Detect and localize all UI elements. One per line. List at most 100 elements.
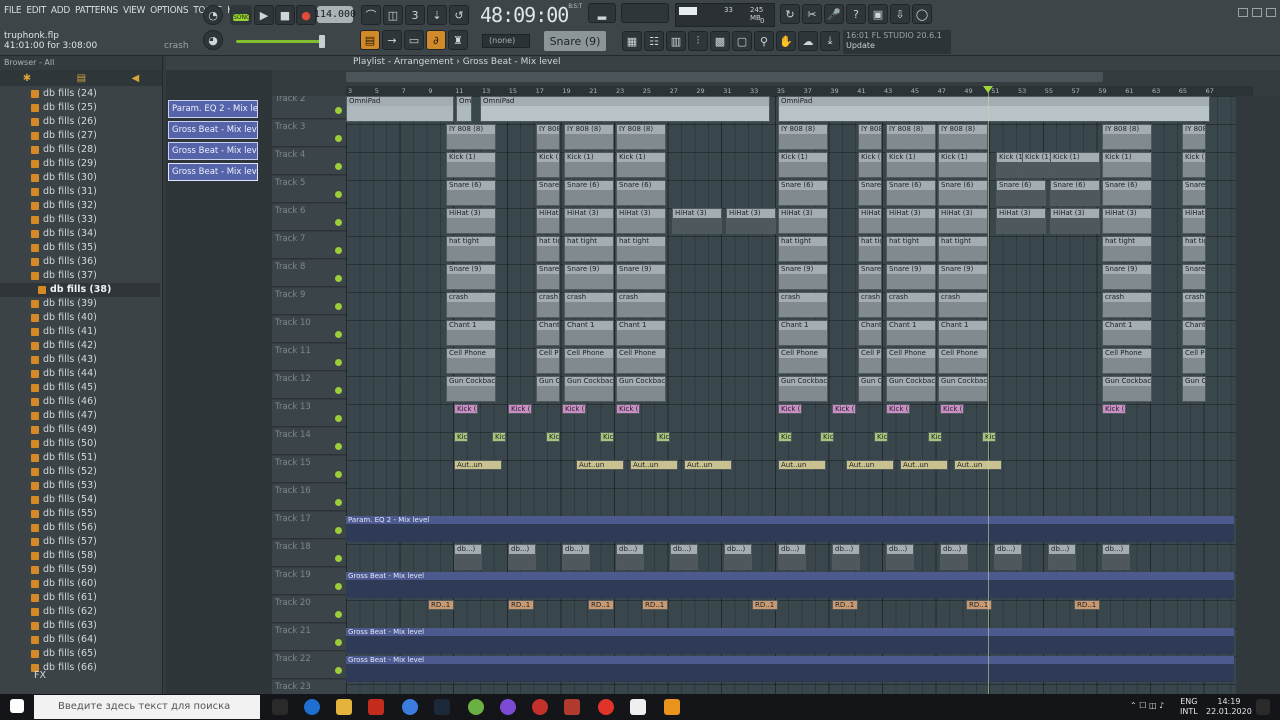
pattern-clip[interactable]: Kick (1) xyxy=(938,152,988,178)
track-enable-led[interactable] xyxy=(335,219,342,226)
folder-icon[interactable]: ▤ xyxy=(77,73,86,84)
sort-icon[interactable]: ✱ xyxy=(23,73,31,84)
pattern-clip[interactable]: db...) xyxy=(778,544,806,570)
pattern-clip[interactable]: Kick (1) xyxy=(564,152,614,178)
pattern-clip[interactable]: Snare (9) xyxy=(858,264,882,290)
browser-item[interactable]: db fills (44) xyxy=(0,367,160,381)
pattern-clip[interactable]: Gun Cockback xyxy=(1102,376,1152,402)
browser-item[interactable]: db fills (28) xyxy=(0,143,160,157)
playlist-scrollbar[interactable] xyxy=(346,72,1103,82)
track-header[interactable]: Track 11 xyxy=(272,344,346,371)
touch-controller-icon[interactable]: ✋ xyxy=(776,31,796,51)
pattern-clip[interactable]: Aut..un xyxy=(846,460,894,470)
plugin-icon[interactable]: ⚲ xyxy=(754,31,774,51)
output-monitor[interactable]: ▂ xyxy=(588,3,616,23)
menu-add[interactable]: ADD xyxy=(51,5,70,16)
pattern-clip[interactable]: Kick (1) xyxy=(454,404,478,414)
browser-item[interactable]: db fills (58) xyxy=(0,549,160,563)
edge-icon[interactable] xyxy=(304,699,320,715)
browser-item[interactable]: db fills (60) xyxy=(0,577,160,591)
track-enable-led[interactable] xyxy=(335,135,342,142)
pattern-clip[interactable]: Chant 1 xyxy=(778,320,828,346)
pattern-clip[interactable]: Kick (1) xyxy=(832,404,856,414)
pattern-clip[interactable]: hat tight xyxy=(564,236,614,262)
pattern-clip[interactable]: Snare (9) xyxy=(886,264,936,290)
taskbar-search[interactable]: Введите здесь текст для поиска xyxy=(34,695,260,719)
pattern-clip[interactable]: hat tight xyxy=(858,236,882,262)
pattern-clip[interactable]: crash xyxy=(938,292,988,318)
browser-item[interactable]: db fills (51) xyxy=(0,451,160,465)
pattern-clip[interactable]: Snare (6) xyxy=(536,180,560,206)
news-panel[interactable]: 16:01 FL STUDIO 20.6.1 Update xyxy=(843,30,951,54)
pattern-clip[interactable]: IY 808 (8) xyxy=(858,124,882,150)
pattern-clip[interactable]: Kick (1) xyxy=(858,152,882,178)
torrent-icon[interactable] xyxy=(468,699,484,715)
channel-rack-view-icon[interactable]: ▩ xyxy=(710,31,730,51)
track-header[interactable]: Track 7 xyxy=(272,232,346,259)
pattern-clip[interactable]: Cell Phone xyxy=(536,348,560,374)
pattern-clip[interactable]: hat tight xyxy=(536,236,560,262)
pattern-clip[interactable]: Snare (9) xyxy=(938,264,988,290)
pattern-clip[interactable]: Cell Phone xyxy=(1182,348,1206,374)
pattern-clip[interactable]: IY 808 (8) xyxy=(938,124,988,150)
pattern-clip[interactable]: db...) xyxy=(940,544,968,570)
maximize-button[interactable] xyxy=(1252,8,1262,17)
pattern-clip[interactable]: Snare (6) xyxy=(778,180,828,206)
pattern-clip[interactable]: IY 808 (8) xyxy=(1182,124,1206,150)
track-header[interactable]: Track 13 xyxy=(272,400,346,427)
track-header[interactable]: Track 23 xyxy=(272,680,346,694)
pattern-clip[interactable]: Snare (9) xyxy=(446,264,496,290)
pattern-clip[interactable]: Cell Phone xyxy=(446,348,496,374)
pattern-clip[interactable]: Gun Cockback xyxy=(886,376,936,402)
pattern-clip[interactable]: Kick (1) xyxy=(1050,152,1100,178)
pattern-clip[interactable]: Kick (1) xyxy=(562,404,586,414)
track-enable-led[interactable] xyxy=(335,359,342,366)
countdown-icon[interactable]: 3 xyxy=(405,5,425,25)
track-enable-led[interactable] xyxy=(335,443,342,450)
master-pitch-knob[interactable]: ◕ xyxy=(203,30,223,50)
minimize-button[interactable] xyxy=(1238,8,1248,17)
pattern-clip[interactable]: crash xyxy=(858,292,882,318)
track-header[interactable]: Track 9 xyxy=(272,288,346,315)
document-icon[interactable] xyxy=(630,699,646,715)
track-header[interactable]: Track 22 xyxy=(272,652,346,679)
task-view-icon[interactable] xyxy=(272,699,288,715)
pattern-clip[interactable]: db...) xyxy=(994,544,1022,570)
track-header[interactable]: Track 21 xyxy=(272,624,346,651)
browser-item[interactable]: db fills (29) xyxy=(0,157,160,171)
pattern-clip[interactable]: Kick (1) xyxy=(508,404,532,414)
fl-studio-icon[interactable] xyxy=(664,699,680,715)
browser-item[interactable]: db fills (47) xyxy=(0,409,160,423)
app-icon-1[interactable] xyxy=(368,699,384,715)
pattern-clip[interactable]: RD..1 xyxy=(508,600,534,610)
pattern-clip[interactable]: IY 808 (8) xyxy=(886,124,936,150)
browser-item[interactable]: db fills (32) xyxy=(0,199,160,213)
pattern-clip[interactable]: Kick (1) xyxy=(446,152,496,178)
browser-item[interactable]: db fills (38) xyxy=(0,283,160,297)
track-header[interactable]: Track 18 xyxy=(272,540,346,567)
step-edit-icon[interactable]: ⇣ xyxy=(427,5,447,25)
pattern-clip[interactable]: Gun Cockback xyxy=(858,376,882,402)
pattern-clip[interactable]: Cell Phone xyxy=(778,348,828,374)
pattern-clip[interactable]: Chant 1 xyxy=(938,320,988,346)
track-header[interactable]: Track 15 xyxy=(272,456,346,483)
pattern-clip[interactable]: Kick (1) xyxy=(982,432,996,442)
pattern-clip[interactable]: hat tight xyxy=(446,236,496,262)
clip-source-item[interactable]: Gross Beat - Mix level xyxy=(168,121,258,139)
browser-item[interactable]: db fills (56) xyxy=(0,521,160,535)
browser-item[interactable]: db fills (52) xyxy=(0,465,160,479)
track-enable-led[interactable] xyxy=(335,499,342,506)
browser-item[interactable]: db fills (36) xyxy=(0,255,160,269)
fx-folder[interactable]: FX xyxy=(0,668,160,684)
pattern-clip[interactable]: HiHat (3) xyxy=(938,208,988,234)
pattern-clip[interactable]: Snare (6) xyxy=(616,180,666,206)
pattern-clip[interactable]: hat tight xyxy=(938,236,988,262)
pattern-clip[interactable]: Kick (1) xyxy=(886,152,936,178)
browser-item[interactable]: db fills (34) xyxy=(0,227,160,241)
pattern-clip[interactable]: HiHat (3) xyxy=(778,208,828,234)
stop-button[interactable]: ■ xyxy=(275,5,295,25)
pattern-clip[interactable]: Kick (1) xyxy=(536,152,560,178)
app-icon-4[interactable] xyxy=(564,699,580,715)
speaker-icon[interactable]: ◀ xyxy=(132,73,140,84)
browser-item[interactable]: db fills (33) xyxy=(0,213,160,227)
